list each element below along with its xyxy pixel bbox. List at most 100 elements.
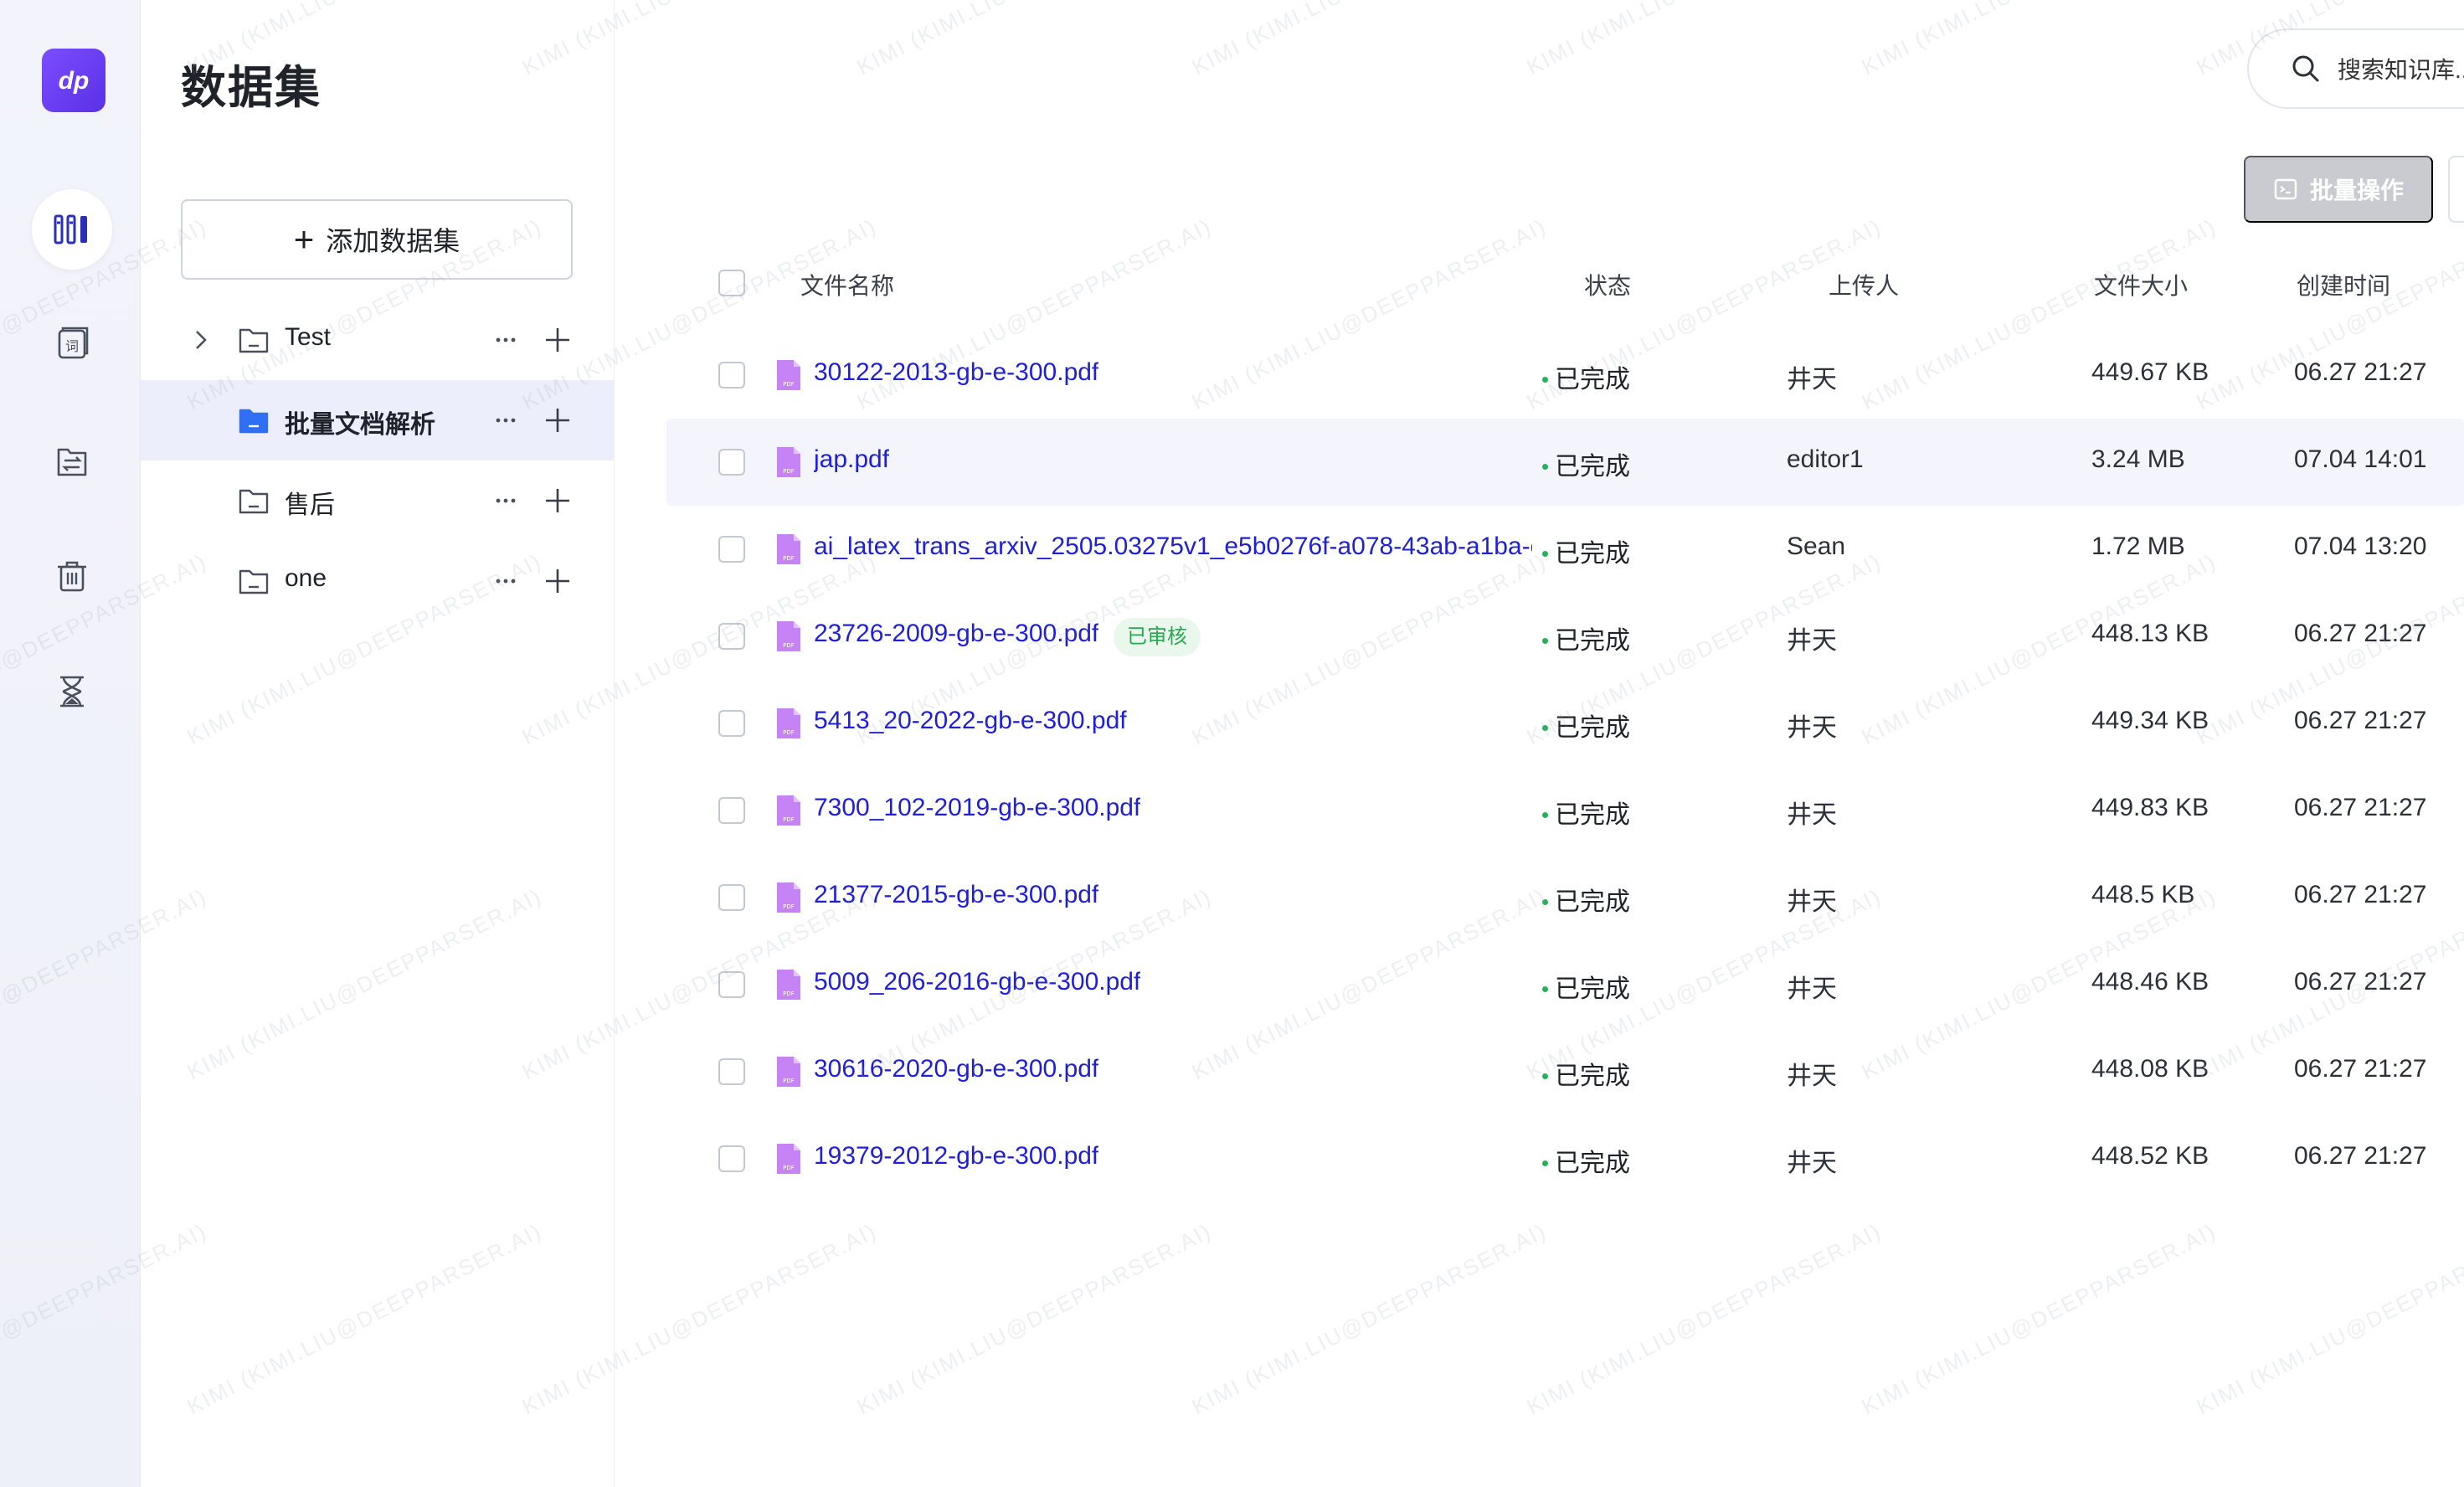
created-time-cell: 06.27 21:27	[2294, 707, 2427, 734]
col-header-size[interactable]: 文件大小	[2094, 268, 2188, 301]
created-time-cell: 06.27 21:27	[2294, 1055, 2427, 1083]
file-name-link[interactable]: 21377-2015-gb-e-300.pdf	[814, 881, 1098, 909]
table-row[interactable]: PDF 21377-2015-gb-e-300.pdf 已完成 井天 448.5 KB 0…	[666, 854, 2464, 941]
row-checkbox[interactable]	[718, 536, 745, 563]
tree-item-batch-parse[interactable]: 批量文档解析	[141, 380, 615, 461]
pdf-file-icon: PDF	[777, 447, 800, 477]
library-books-icon	[54, 214, 87, 244]
row-checkbox[interactable]	[718, 797, 745, 824]
row-checkbox[interactable]	[718, 971, 745, 998]
row-checkbox[interactable]	[718, 710, 745, 737]
dp-logo-icon[interactable]: dp	[42, 49, 105, 112]
table-row[interactable]: PDF 5009_206-2016-gb-e-300.pdf 已完成 井天 448.46…	[666, 941, 2464, 1028]
status-text: 已完成	[1555, 888, 1630, 916]
svg-text:PDF: PDF	[783, 468, 795, 475]
svg-text:PDF: PDF	[783, 381, 795, 388]
plus-icon[interactable]	[541, 323, 574, 357]
file-list-area: 搜索知识库... 批量操作 文件名称 状态 上传人 文件大小 创建时间 PDF 3…	[615, 0, 2464, 1487]
file-size-cell: 448.5 KB	[2091, 881, 2195, 908]
more-icon[interactable]	[489, 484, 522, 517]
pdf-file-icon: PDF	[777, 882, 800, 913]
table-row[interactable]: PDF 19379-2012-gb-e-300.pdf 已完成 井天 448.52 KB…	[666, 1115, 2464, 1202]
col-header-name[interactable]: 文件名称	[800, 268, 894, 301]
add-dataset-button[interactable]: + 添加数据集	[181, 199, 573, 280]
svg-text:PDF: PDF	[783, 642, 795, 649]
table-row[interactable]: PDF 5413_20-2022-gb-e-300.pdf 已完成 井天 449.34 …	[666, 680, 2464, 767]
file-name-link[interactable]: 30122-2013-gb-e-300.pdf	[814, 358, 1098, 387]
toolbar-secondary-button[interactable]	[2448, 156, 2464, 223]
svg-text:PDF: PDF	[783, 1078, 795, 1084]
table-row[interactable]: PDF 30122-2013-gb-e-300.pdf 已完成 井天 449.67 KB…	[666, 332, 2464, 419]
col-header-status[interactable]: 状态	[1584, 268, 1631, 301]
search-placeholder: 搜索知识库...	[2338, 57, 2464, 83]
tree-item-label: 售后	[285, 491, 335, 519]
file-name-link[interactable]: 5413_20-2022-gb-e-300.pdf	[814, 707, 1127, 735]
table-row[interactable]: PDF ai_latex_trans_arxiv_2505.03275v1_e5b…	[666, 506, 2464, 593]
plus-icon[interactable]	[541, 404, 574, 437]
batch-operation-label: 批量操作	[2309, 178, 2404, 203]
file-name-link[interactable]: 19379-2012-gb-e-300.pdf	[814, 1142, 1098, 1171]
created-time-cell: 06.27 21:27	[2294, 794, 2427, 821]
table-row[interactable]: PDF 23726-2009-gb-e-300.pdf 已审核 已完成 井天 448.13…	[666, 593, 2464, 680]
table-row[interactable]: PDF jap.pdf 已完成 editor1 3.24 MB 07.04 14:01	[666, 419, 2464, 506]
tree-item-label: one	[285, 564, 327, 592]
nav-history-button[interactable]	[32, 651, 112, 732]
file-name-link[interactable]: 23726-2009-gb-e-300.pdf	[814, 620, 1098, 648]
select-all-checkbox[interactable]	[718, 270, 745, 296]
file-name-link[interactable]: 30616-2020-gb-e-300.pdf	[814, 1055, 1098, 1083]
status-dot-icon	[1542, 811, 1548, 818]
file-name-link[interactable]: 5009_206-2016-gb-e-300.pdf	[814, 968, 1140, 996]
status-cell: 已完成	[1542, 794, 1630, 831]
tree-item-after-sales[interactable]: 售后	[141, 461, 615, 541]
status-cell: 已完成	[1542, 1055, 1630, 1092]
row-checkbox[interactable]	[718, 623, 745, 650]
more-icon[interactable]	[489, 323, 522, 357]
status-text: 已完成	[1555, 453, 1630, 481]
status-cell: 已完成	[1542, 445, 1630, 482]
row-checkbox[interactable]	[718, 1058, 745, 1085]
col-header-created[interactable]: 创建时间	[2297, 268, 2390, 301]
uploader-cell: 井天	[1787, 366, 1837, 394]
uploader-cell: editor1	[1787, 445, 1864, 473]
icon-rail: dp 词	[0, 0, 141, 1487]
status-text: 已完成	[1555, 540, 1630, 568]
more-icon[interactable]	[489, 564, 522, 598]
status-cell: 已完成	[1542, 1142, 1630, 1179]
file-name-link[interactable]: jap.pdf	[814, 445, 889, 474]
dataset-tree-panel: 数据集 + 添加数据集 Test 批量文档解析 售后 one	[141, 0, 615, 1487]
file-name-link[interactable]: 7300_102-2019-gb-e-300.pdf	[814, 794, 1140, 822]
tree-item-one[interactable]: one	[141, 541, 615, 621]
tree-item-test[interactable]: Test	[141, 300, 615, 380]
col-header-uploader[interactable]: 上传人	[1829, 268, 1899, 301]
row-checkbox[interactable]	[718, 449, 745, 476]
plus-icon[interactable]	[541, 484, 574, 517]
glossary-icon: 词	[58, 327, 89, 359]
status-dot-icon	[1542, 550, 1548, 557]
nav-glossary-button[interactable]: 词	[32, 303, 112, 383]
search-input[interactable]: 搜索知识库...	[2247, 28, 2464, 109]
created-time-cell: 06.27 21:27	[2294, 968, 2427, 996]
svg-text:PDF: PDF	[783, 990, 795, 997]
tree-item-label: Test	[285, 323, 332, 351]
status-cell: 已完成	[1542, 358, 1630, 395]
chevron-right-icon[interactable]	[186, 325, 216, 355]
nav-trash-button[interactable]	[32, 536, 112, 616]
row-checkbox[interactable]	[718, 362, 745, 388]
table-row[interactable]: PDF 30616-2020-gb-e-300.pdf 已完成 井天 448.08 KB…	[666, 1028, 2464, 1115]
batch-operation-button[interactable]: 批量操作	[2244, 156, 2433, 223]
nav-datasets-button[interactable]	[32, 189, 112, 270]
status-cell: 已完成	[1542, 620, 1630, 656]
row-checkbox[interactable]	[718, 884, 745, 911]
row-checkbox[interactable]	[718, 1145, 745, 1172]
file-name-link[interactable]: ai_latex_trans_arxiv_2505.03275v1_e5b027…	[814, 533, 1532, 561]
table-row[interactable]: PDF 7300_102-2019-gb-e-300.pdf 已完成 井天 449.83…	[666, 767, 2464, 854]
nav-transfer-button[interactable]	[32, 421, 112, 502]
file-size-cell: 3.24 MB	[2091, 445, 2185, 473]
folder-icon	[239, 569, 269, 594]
status-dot-icon	[1542, 724, 1548, 731]
svg-text:dp: dp	[59, 67, 90, 95]
plus-icon[interactable]	[541, 564, 574, 598]
status-cell: 已完成	[1542, 881, 1630, 918]
more-icon[interactable]	[489, 404, 522, 437]
file-size-cell: 448.52 KB	[2091, 1142, 2209, 1170]
